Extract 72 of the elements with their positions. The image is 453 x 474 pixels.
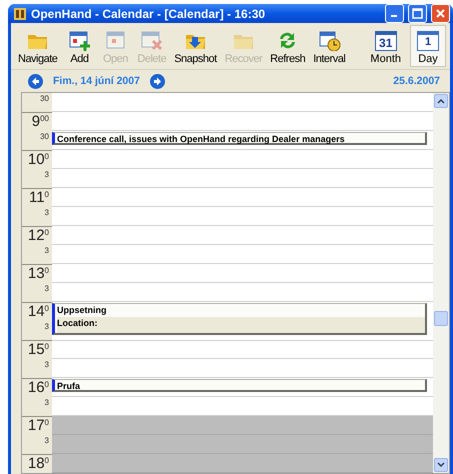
hour-label: 10 <box>28 151 45 168</box>
time-slot[interactable]: Prufa <box>52 378 433 397</box>
scrollbar[interactable] <box>433 93 449 473</box>
minute-label: 0 <box>44 189 49 200</box>
minute-label: 3 <box>44 359 49 370</box>
minute-label: 3 <box>44 169 49 180</box>
month-view-button[interactable]: 31 Month <box>363 25 408 67</box>
right-arrow-icon <box>152 76 163 86</box>
calendar-delete-icon <box>140 29 164 51</box>
event-title: Uppsetning <box>57 304 108 317</box>
current-date: Fim., 14 júní 2007 <box>53 75 140 87</box>
maximize-icon <box>412 8 423 19</box>
app-icon <box>13 6 27 20</box>
calendar-icon: 31 <box>374 31 397 51</box>
hour-label: 13 <box>28 265 45 282</box>
time-slot[interactable] <box>52 416 433 435</box>
hour-label: 15 <box>28 341 45 358</box>
day-view-button[interactable]: 1 Day <box>410 25 446 67</box>
minute-label: 00 <box>40 113 49 124</box>
calendar-clock-icon <box>318 29 341 51</box>
scroll-up-button[interactable] <box>434 94 448 108</box>
navigate-button[interactable]: Navigate <box>15 25 60 67</box>
minute-label: 3 <box>44 245 49 256</box>
snapshot-button[interactable]: Snapshot <box>171 25 220 67</box>
left-arrow-icon <box>30 76 41 86</box>
minute-label: 0 <box>44 265 49 276</box>
calendar-icon <box>104 29 127 51</box>
hour-label: 16 <box>28 379 45 396</box>
calendar-event[interactable]: Prufa <box>52 379 427 392</box>
next-day-button[interactable] <box>150 74 165 88</box>
minute-label: 30 <box>40 131 49 142</box>
add-button[interactable]: Add <box>62 25 96 67</box>
minute-label: 0 <box>44 227 49 238</box>
time-slot[interactable]: Conference call, issues with OpenHand regarding Dealer managers <box>52 131 433 150</box>
calendar-icon: 1 <box>417 31 439 51</box>
scroll-down-button[interactable] <box>434 458 448 472</box>
hour-label: 18 <box>28 455 45 472</box>
minute-label: 3 <box>44 321 49 332</box>
scroll-thumb[interactable] <box>434 311 448 326</box>
hour-label: 9 <box>32 113 40 130</box>
event-title: Prufa <box>57 380 82 393</box>
minute-label: 0 <box>44 341 49 352</box>
minute-label: 0 <box>44 379 49 390</box>
hour-label: 12 <box>28 227 45 244</box>
minute-label: 3 <box>44 207 49 218</box>
minute-label: 3 <box>44 397 49 408</box>
close-icon <box>435 8 446 19</box>
minute-label: 0 <box>44 417 49 428</box>
close-button[interactable] <box>431 4 450 23</box>
previous-day-button[interactable] <box>28 74 43 88</box>
up-chevron-icon <box>437 98 445 104</box>
hour-label: 14 <box>28 303 45 320</box>
maximize-button[interactable] <box>408 4 427 23</box>
hour-label: 11 <box>28 189 45 206</box>
minute-label: 0 <box>44 151 49 162</box>
down-chevron-icon <box>437 462 445 468</box>
interval-button[interactable]: Interval <box>310 25 348 67</box>
minute-label: 3 <box>44 435 49 446</box>
window-title: OpenHand - Calendar - [Calendar] - 16:30 <box>31 6 266 20</box>
minute-label: 3 <box>44 283 49 294</box>
time-slot[interactable]: Uppsetning Location: <box>52 302 433 341</box>
minute-label: 0 <box>44 303 49 314</box>
minute-label: 30 <box>40 93 49 104</box>
hour-label: 17 <box>28 417 45 434</box>
calendar-event[interactable]: Uppsetning Location: <box>52 303 427 335</box>
minimize-button[interactable] <box>385 4 404 23</box>
event-title: Conference call, issues with OpenHand regarding Dealer managers <box>57 133 346 146</box>
minute-label: 0 <box>44 455 49 466</box>
event-detail: Location: <box>57 317 425 333</box>
calendar-event[interactable]: Conference call, issues with OpenHand regarding Dealer managers <box>52 132 427 145</box>
refresh-button[interactable]: Refresh <box>267 25 308 67</box>
calendar-add-icon <box>68 29 91 51</box>
